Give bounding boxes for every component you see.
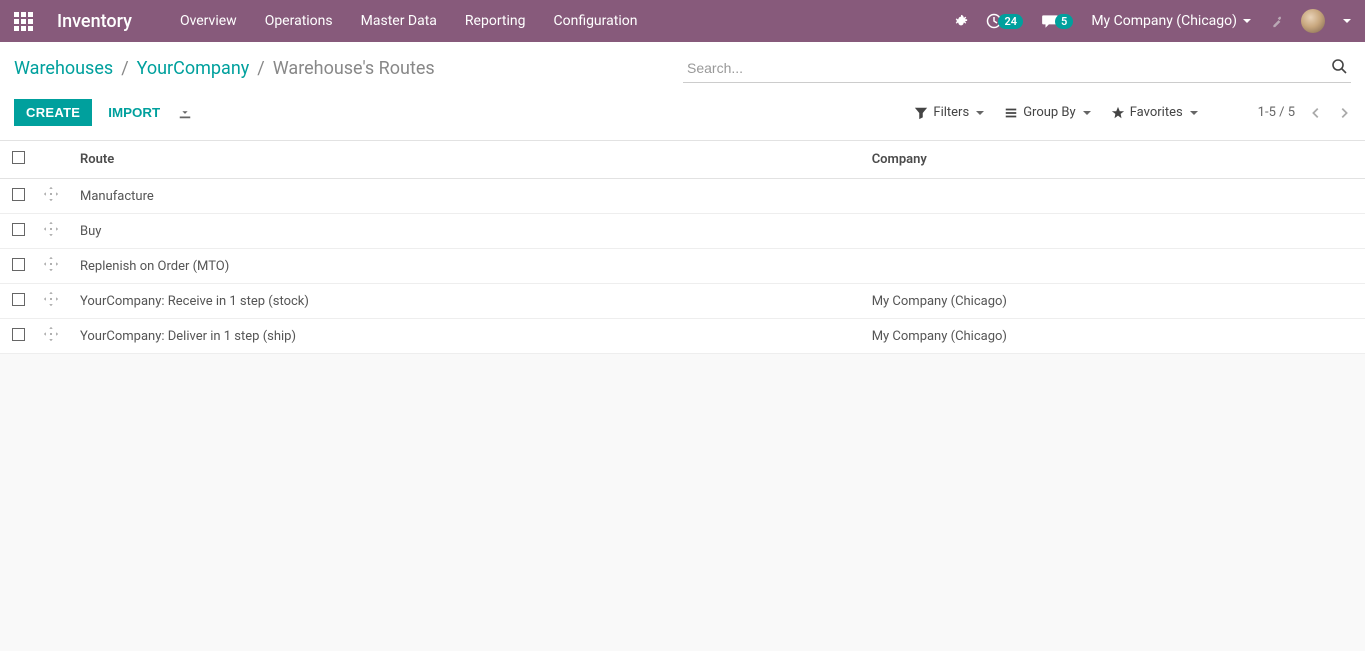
drag-handle-icon[interactable] [44,187,58,201]
table-row[interactable]: Replenish on Order (MTO) [0,249,1365,284]
debug-icon[interactable] [1269,14,1283,29]
cell-route: YourCompany: Receive in 1 step (stock) [72,284,864,319]
breadcrumb-separator: / [121,58,128,79]
row-checkbox[interactable] [12,188,25,201]
bug-icon[interactable] [954,13,968,29]
row-checkbox[interactable] [12,223,25,236]
caret-down-icon [976,111,984,115]
cell-company: My Company (Chicago) [864,319,1365,354]
nav-configuration[interactable]: Configuration [543,7,647,35]
column-route[interactable]: Route [72,141,864,179]
messages-button[interactable]: 5 [1041,12,1073,30]
export-button[interactable] [178,105,192,120]
import-button[interactable]: IMPORT [96,99,172,126]
row-checkbox[interactable] [12,293,25,306]
messages-badge: 5 [1055,14,1073,29]
drag-handle-icon[interactable] [44,257,58,271]
activities-badge: 24 [998,14,1023,29]
nav-master-data[interactable]: Master Data [351,7,447,35]
routes-table: Route Company ManufactureBuyReplenish on… [0,141,1365,354]
nav-overview[interactable]: Overview [170,7,247,35]
table-row[interactable]: Manufacture [0,179,1365,214]
company-switcher[interactable]: My Company (Chicago) [1091,13,1251,29]
main-menu: Overview Operations Master Data Reportin… [170,7,648,35]
list-view: Route Company ManufactureBuyReplenish on… [0,141,1365,354]
filters-label: Filters [933,105,969,120]
create-button[interactable]: CREATE [14,99,92,126]
cell-company [864,214,1365,249]
breadcrumb-separator: / [257,58,264,79]
cell-company: My Company (Chicago) [864,284,1365,319]
funnel-icon [914,106,928,120]
nav-reporting[interactable]: Reporting [455,7,536,35]
groupby-label: Group By [1023,105,1076,120]
caret-down-icon [1243,19,1251,23]
search-container [683,54,1351,83]
breadcrumb-yourcompany[interactable]: YourCompany [137,58,250,79]
activities-button[interactable]: 24 [986,13,1023,29]
app-title[interactable]: Inventory [57,11,132,32]
cell-company [864,249,1365,284]
drag-handle-icon[interactable] [44,222,58,236]
breadcrumb-warehouses[interactable]: Warehouses [14,58,113,79]
row-checkbox[interactable] [12,258,25,271]
top-navbar: Inventory Overview Operations Master Dat… [0,0,1365,42]
favorites-label: Favorites [1130,105,1183,120]
pager-next[interactable] [1337,105,1351,120]
cell-company [864,179,1365,214]
column-company[interactable]: Company [864,141,1365,179]
caret-down-icon [1190,111,1198,115]
user-avatar[interactable] [1301,9,1325,33]
caret-down-icon [1083,111,1091,115]
search-icon[interactable] [1331,58,1347,74]
breadcrumb-current: Warehouse's Routes [273,58,435,79]
pager-range[interactable]: 1-5 / 5 [1258,105,1295,120]
user-caret-icon[interactable] [1343,19,1351,23]
cell-route: Manufacture [72,179,864,214]
groupby-button[interactable]: Group By [1004,105,1091,120]
drag-handle-icon[interactable] [44,327,58,341]
cell-route: Buy [72,214,864,249]
table-row[interactable]: YourCompany: Deliver in 1 step (ship)My … [0,319,1365,354]
filters-button[interactable]: Filters [914,105,984,120]
breadcrumb: Warehouses / YourCompany / Warehouse's R… [14,58,435,79]
star-icon [1111,106,1125,120]
company-name: My Company (Chicago) [1091,13,1237,29]
nav-operations[interactable]: Operations [255,7,343,35]
select-all-checkbox[interactable] [12,151,25,164]
row-checkbox[interactable] [12,328,25,341]
control-panel: Warehouses / YourCompany / Warehouse's R… [0,42,1365,141]
pager: 1-5 / 5 [1258,105,1351,120]
pager-prev[interactable] [1309,105,1323,120]
table-row[interactable]: YourCompany: Receive in 1 step (stock)My… [0,284,1365,319]
search-input[interactable] [683,54,1351,83]
cell-route: Replenish on Order (MTO) [72,249,864,284]
apps-icon[interactable] [14,12,33,31]
drag-handle-icon[interactable] [44,292,58,306]
cell-route: YourCompany: Deliver in 1 step (ship) [72,319,864,354]
favorites-button[interactable]: Favorites [1111,105,1198,120]
table-row[interactable]: Buy [0,214,1365,249]
list-icon [1004,106,1018,120]
